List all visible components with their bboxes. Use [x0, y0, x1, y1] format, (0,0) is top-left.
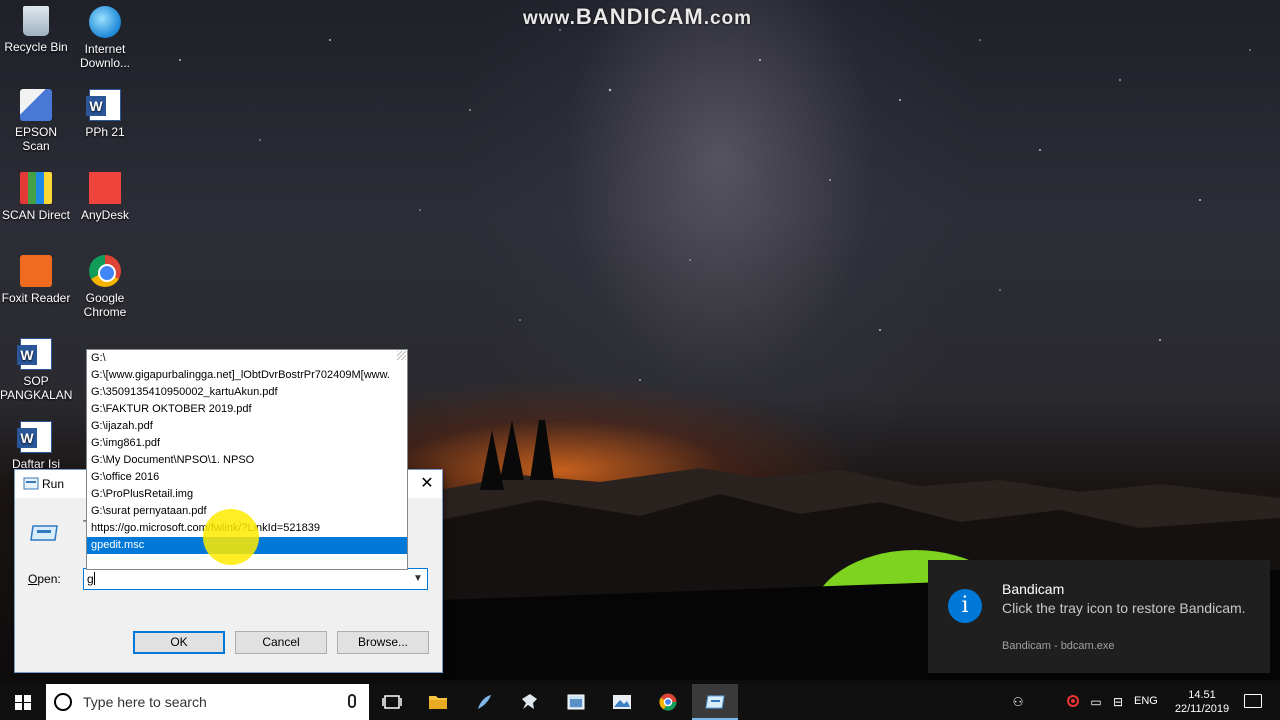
autocomplete-item[interactable]: G:\img861.pdf — [87, 435, 407, 452]
taskbar-file-explorer[interactable] — [415, 684, 461, 720]
desktop-icon-google-chrome[interactable]: Google Chrome — [69, 255, 141, 319]
ok-button[interactable]: OK — [133, 631, 225, 654]
word-document-icon — [17, 338, 52, 370]
word-document-icon — [17, 421, 52, 453]
clock-date: 22/11/2019 — [1174, 703, 1230, 715]
chevron-down-icon[interactable]: ▼ — [411, 569, 425, 589]
windows-logo-icon — [15, 695, 31, 710]
taskbar-search-box[interactable]: Type here to search — [46, 684, 369, 720]
search-placeholder: Type here to search — [83, 694, 207, 710]
desktop-icon-daftar-isi[interactable]: Daftar Isi — [0, 421, 72, 471]
open-label: Open: — [28, 572, 61, 586]
internet-download-icon — [89, 6, 121, 38]
notification-title: Bandicam — [1002, 581, 1065, 597]
info-icon: i — [948, 589, 982, 623]
task-view-icon — [382, 695, 402, 709]
desktop-icon-recycle-bin[interactable]: Recycle Bin — [0, 6, 72, 54]
cancel-button[interactable]: Cancel — [235, 631, 327, 654]
autocomplete-item[interactable]: G:\office 2016 — [87, 469, 407, 486]
open-combobox[interactable]: g ▼ — [83, 568, 428, 590]
text-caret — [93, 572, 95, 585]
autocomplete-item[interactable]: G:\ — [87, 350, 407, 367]
taskbar-pin-app[interactable] — [507, 684, 553, 720]
epson-scan-icon — [20, 89, 52, 121]
taskbar-photo-app[interactable] — [599, 684, 645, 720]
start-button[interactable] — [0, 684, 46, 720]
taskbar-feather-app[interactable] — [461, 684, 507, 720]
cursor-highlight — [203, 509, 259, 565]
photo-icon — [613, 695, 631, 709]
autocomplete-item[interactable]: G:\3509135410950002_kartuAkun.pdf — [87, 384, 407, 401]
run-icon — [23, 477, 39, 490]
microphone-icon[interactable] — [348, 694, 356, 708]
chrome-icon — [659, 693, 677, 711]
desktop-icon-epson-scan[interactable]: EPSON Scan — [0, 89, 72, 153]
task-view-button[interactable] — [369, 684, 415, 720]
desktop-icon-foxit-reader[interactable]: Foxit Reader — [0, 255, 72, 305]
desktop-icon-internet-download[interactable]: Internet Downlo... — [69, 6, 141, 70]
taskbar-screenshot-app[interactable] — [553, 684, 599, 720]
bandicam-record-icon[interactable] — [1066, 695, 1080, 709]
desktop-icon-scan-direct[interactable]: SCAN Direct — [0, 172, 72, 222]
autocomplete-item[interactable]: G:\My Document\NPSO\1. NPSO — [87, 452, 407, 469]
notification-source: Bandicam - bdcam.exe — [1002, 640, 1115, 652]
network-icon[interactable]: ⊟ — [1111, 695, 1125, 709]
run-title: Run — [42, 477, 65, 491]
chrome-icon — [89, 255, 121, 287]
word-document-icon — [86, 89, 121, 121]
run-icon — [705, 695, 725, 709]
pin-icon — [522, 694, 537, 709]
bandicam-watermark: www.BANDICAM.com — [523, 4, 753, 29]
clock-time: 14.51 — [1188, 689, 1216, 701]
folder-icon — [429, 696, 447, 709]
recycle-bin-icon — [23, 6, 49, 36]
anydesk-icon — [89, 172, 121, 204]
resize-grip[interactable] — [397, 351, 406, 360]
desktop-icon-sop-pangkalan[interactable]: SOP PANGKALAN — [0, 338, 72, 402]
desktop-icon-anydesk[interactable]: AnyDesk — [69, 172, 141, 222]
cortana-icon — [54, 693, 72, 711]
taskbar-run-app[interactable] — [692, 684, 738, 720]
browse-button[interactable]: Browse... — [337, 631, 429, 654]
autocomplete-item[interactable]: G:\ijazah.pdf — [87, 418, 407, 435]
run-large-icon — [30, 525, 58, 541]
feather-icon — [478, 695, 491, 709]
action-center-icon[interactable] — [1244, 694, 1262, 708]
people-icon[interactable]: ⚇ — [1011, 695, 1025, 709]
autocomplete-item[interactable]: G:\ProPlusRetail.img — [87, 486, 407, 503]
bandicam-notification[interactable]: i Bandicam Click the tray icon to restor… — [928, 560, 1270, 673]
battery-icon[interactable]: ▭ — [1089, 695, 1103, 709]
window-icon — [567, 694, 585, 710]
foxit-reader-icon — [20, 255, 52, 287]
close-button[interactable]: ✕ — [412, 470, 442, 498]
taskbar-clock[interactable]: 14.51 22/11/2019 — [1166, 688, 1238, 716]
scan-direct-icon — [20, 172, 52, 204]
open-input-value: g — [87, 572, 94, 586]
autocomplete-item[interactable]: G:\[www.gigapurbalingga.net]_lObtDvrBost… — [87, 367, 407, 384]
taskbar-chrome[interactable] — [645, 684, 691, 720]
notification-body: Click the tray icon to restore Bandicam. — [1002, 600, 1246, 616]
taskbar: Type here to search ⚇ ▭ ⊟ ENG 14.51 22/1… — [0, 684, 1280, 720]
autocomplete-item[interactable]: G:\FAKTUR OKTOBER 2019.pdf — [87, 401, 407, 418]
run-button-area: OK Cancel Browse... — [15, 610, 442, 672]
desktop-icon-pph21[interactable]: PPh 21 — [69, 89, 141, 139]
language-indicator[interactable]: ENG — [1134, 695, 1158, 707]
